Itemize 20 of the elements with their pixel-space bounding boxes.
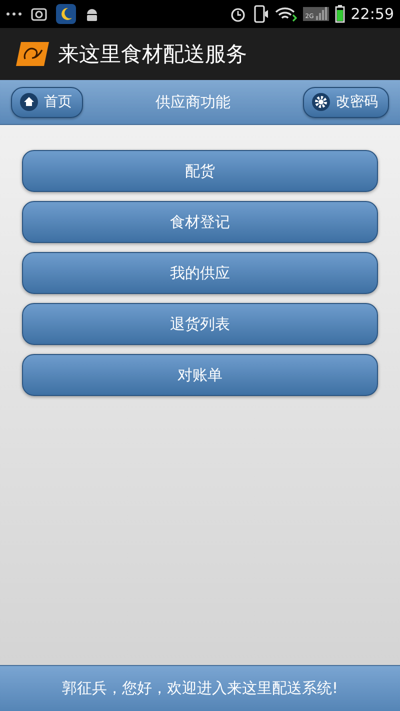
phone-icon: [253, 5, 270, 23]
moon-app-icon: [56, 4, 76, 24]
more-icon: [6, 12, 22, 16]
home-icon: [20, 93, 38, 111]
home-button[interactable]: 首页: [11, 86, 83, 118]
menu-button[interactable]: 配货: [22, 150, 378, 192]
settings-icon: [312, 93, 330, 111]
wifi-icon: [275, 6, 298, 22]
change-password-button[interactable]: 改密码: [303, 86, 389, 118]
menu-button[interactable]: 食材登记: [22, 201, 378, 243]
clock-time: 22:59: [350, 5, 394, 23]
page-title: 供应商功能: [156, 92, 230, 112]
battery-icon: [334, 5, 345, 23]
app-title: 来这里食材配送服务: [58, 41, 247, 68]
menu-button[interactable]: 退货列表: [22, 303, 378, 345]
menu-button[interactable]: 我的供应: [22, 252, 378, 294]
app-logo-icon: [16, 41, 50, 67]
camera-icon: [30, 6, 48, 22]
welcome-message: 郭征兵，您好，欢迎进入来这里配送系统!: [62, 679, 338, 698]
menu-button[interactable]: 对账单: [22, 354, 378, 396]
